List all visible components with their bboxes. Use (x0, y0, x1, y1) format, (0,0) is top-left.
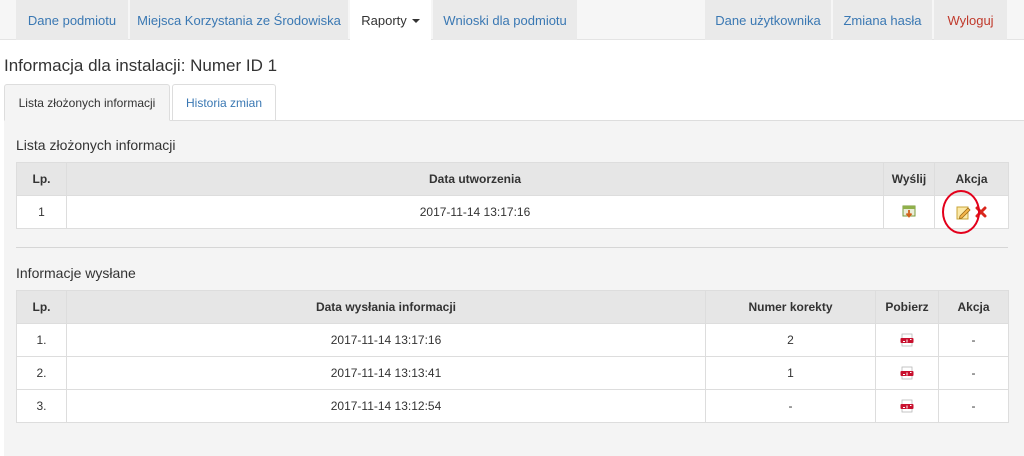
tab-lista-zlozonych[interactable]: Lista złożonych informacji (4, 84, 170, 121)
cell-send (883, 195, 935, 229)
pdf-icon[interactable] (900, 366, 914, 380)
nav-raporty-label: Raporty (361, 13, 407, 28)
col-header-data-wyslania: Data wysłania informacji (66, 290, 706, 324)
cell-correction: 2 (705, 323, 876, 357)
cell-date: 2017-11-14 13:17:16 (66, 323, 706, 357)
cell-action: - (938, 389, 1009, 423)
sent-table: Lp. Data wysłania informacji Numer korek… (16, 290, 1009, 423)
tab-historia-zmian[interactable]: Historia zmian (172, 84, 276, 121)
cell-date: 2017-11-14 13:17:16 (66, 195, 884, 229)
section-divider (16, 247, 1008, 248)
col-header-numer-korekty: Numer korekty (705, 290, 876, 324)
col-header-wyslij: Wyślij (883, 162, 935, 196)
cell-action: - (938, 356, 1009, 390)
section-title-sent: Informacje wysłane (16, 265, 136, 281)
table-row: 3. 2017-11-14 13:12:54 - - (16, 389, 1009, 423)
nav-wnioski[interactable]: Wnioski dla podmiotu (433, 0, 577, 40)
cell-lp: 1 (16, 195, 67, 229)
sent-table-header: Lp. Data wysłania informacji Numer korek… (16, 290, 1009, 324)
cell-download (875, 389, 939, 423)
section-title-submitted: Lista złożonych informacji (16, 137, 176, 153)
nav-wyloguj[interactable]: Wyloguj (934, 0, 1007, 40)
table-row: 2. 2017-11-14 13:13:41 1 - (16, 356, 1009, 390)
nav-raporty-dropdown[interactable]: Raporty (350, 0, 431, 41)
nav-miejsca-korzystania[interactable]: Miejsca Korzystania ze Środowiska (130, 0, 348, 40)
cell-correction: - (705, 389, 876, 423)
cell-date: 2017-11-14 13:12:54 (66, 389, 706, 423)
cell-action (934, 195, 1009, 229)
pdf-icon[interactable] (900, 399, 914, 413)
cell-action: - (938, 323, 1009, 357)
cell-lp: 3. (16, 389, 67, 423)
pdf-icon[interactable] (900, 333, 914, 347)
table-row: 1. 2017-11-14 13:17:16 2 - (16, 323, 1009, 357)
delete-icon[interactable] (975, 206, 987, 218)
page-title: Informacja dla instalacji: Numer ID 1 (4, 56, 278, 75)
cell-date: 2017-11-14 13:13:41 (66, 356, 706, 390)
cell-lp: 2. (16, 356, 67, 390)
col-header-akcja: Akcja (934, 162, 1009, 196)
nav-zmiana-hasla[interactable]: Zmiana hasła (833, 0, 932, 40)
col-header-data-utworzenia: Data utworzenia (66, 162, 884, 196)
caret-down-icon (411, 19, 420, 23)
nav-dane-uzytkownika[interactable]: Dane użytkownika (705, 0, 831, 40)
edit-icon[interactable] (956, 205, 971, 220)
col-header-lp: Lp. (16, 290, 67, 324)
table-row: 1 2017-11-14 13:17:16 (16, 195, 1009, 229)
col-header-akcja: Akcja (938, 290, 1009, 324)
col-header-lp: Lp. (16, 162, 67, 196)
cell-lp: 1. (16, 323, 67, 357)
submitted-table-header: Lp. Data utworzenia Wyślij Akcja (16, 162, 1009, 196)
nav-dane-podmiotu[interactable]: Dane podmiotu (16, 0, 128, 40)
col-header-pobierz: Pobierz (875, 290, 939, 324)
cell-correction: 1 (705, 356, 876, 390)
cell-download (875, 356, 939, 390)
top-navbar: Dane podmiotu Miejsca Korzystania ze Śro… (0, 0, 1024, 41)
submitted-table: Lp. Data utworzenia Wyślij Akcja 1 2017-… (16, 162, 1009, 229)
send-download-icon[interactable] (902, 205, 916, 219)
cell-download (875, 323, 939, 357)
